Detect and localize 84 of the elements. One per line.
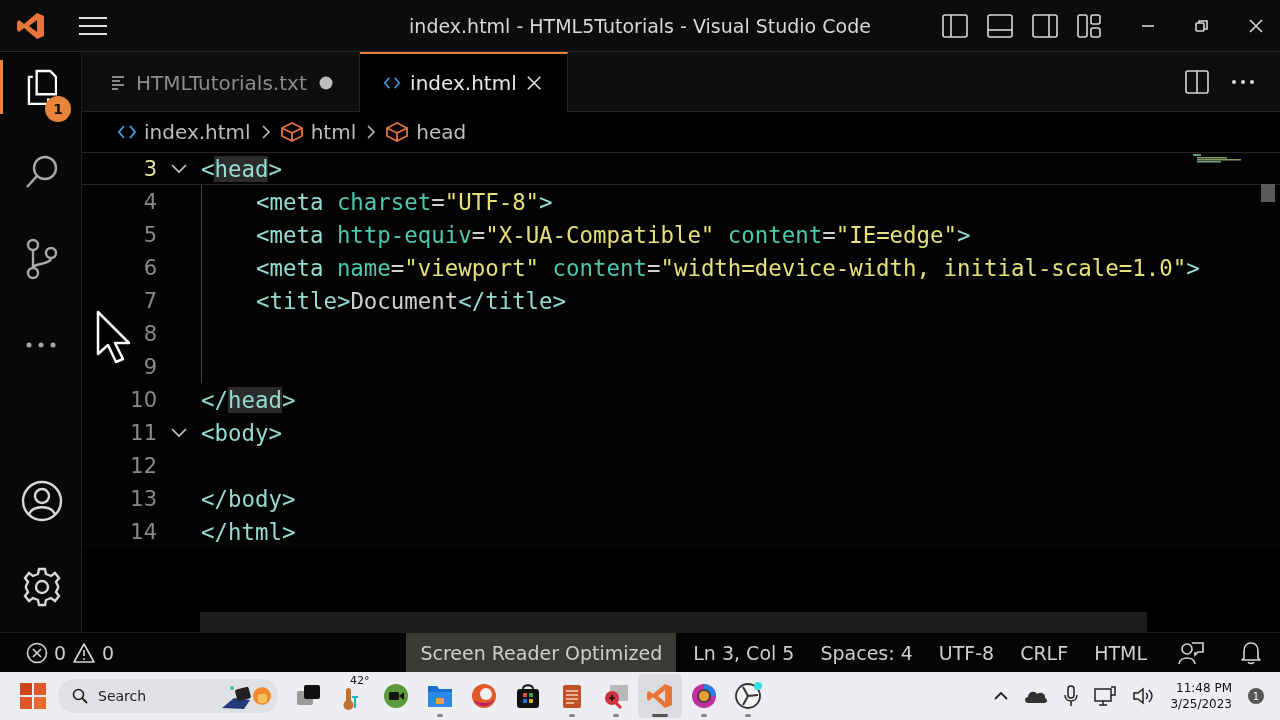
status-item[interactable]: Ln 3, Col 5 bbox=[680, 633, 808, 672]
cloud-icon[interactable] bbox=[1024, 689, 1049, 703]
unsaved-dot-icon[interactable] bbox=[319, 76, 333, 90]
chevron-right-icon bbox=[366, 124, 377, 140]
files-icon[interactable] bbox=[27, 69, 57, 105]
layout-icon[interactable] bbox=[1077, 13, 1101, 38]
notification-badge[interactable]: 1 bbox=[1248, 688, 1264, 704]
line-number: 11 bbox=[129, 420, 157, 445]
breadcrumb-item[interactable]: head bbox=[386, 120, 467, 144]
microphone-icon[interactable] bbox=[1064, 685, 1079, 707]
scrollbar-thumb[interactable] bbox=[200, 612, 1147, 632]
code-line: </body> bbox=[201, 485, 296, 512]
menu-icon[interactable] bbox=[79, 15, 107, 36]
code-file-icon bbox=[384, 76, 401, 90]
warning-icon bbox=[72, 641, 97, 664]
settings-icon[interactable] bbox=[21, 566, 63, 608]
search-bar[interactable]: Search bbox=[58, 679, 278, 713]
close-icon[interactable] bbox=[1249, 18, 1263, 33]
code-line: <meta name="viewport" content="width=device-width, initial-scale=1.0"> bbox=[256, 254, 1200, 281]
status-item[interactable]: CRLF bbox=[1007, 633, 1082, 672]
line-number: 10 bbox=[129, 387, 157, 412]
chevron-up-icon[interactable] bbox=[994, 691, 1009, 701]
clock-date[interactable]: 3/25/2023 bbox=[1170, 696, 1232, 712]
problems-indicator[interactable]: 0 0 bbox=[26, 641, 115, 664]
code-line: <meta charset="UTF-8"> bbox=[256, 188, 553, 215]
primary-sidebar-toggle-icon[interactable] bbox=[942, 13, 968, 38]
aperture-icon bbox=[734, 682, 762, 710]
code-line: <body> bbox=[201, 419, 282, 446]
fold-chevron-icon[interactable] bbox=[171, 427, 187, 438]
browser-swirl-icon bbox=[470, 682, 498, 710]
status-item[interactable]: Spaces: 4 bbox=[807, 633, 926, 672]
search-icon bbox=[72, 688, 88, 704]
magnifier-icon bbox=[602, 682, 630, 710]
clock-time[interactable]: 11:48 PM bbox=[1176, 680, 1232, 696]
close-icon[interactable] bbox=[526, 75, 541, 91]
secondary-sidebar-toggle-icon[interactable] bbox=[1032, 13, 1058, 38]
speaker-icon[interactable] bbox=[1132, 686, 1155, 706]
breadcrumb-item[interactable]: index.html bbox=[118, 120, 251, 144]
cube-icon bbox=[280, 122, 303, 142]
search-input[interactable]: Search bbox=[96, 687, 196, 705]
text-file-icon bbox=[112, 75, 126, 91]
feedback-icon[interactable] bbox=[1178, 640, 1204, 665]
split-editor-icon[interactable] bbox=[1185, 69, 1209, 94]
line-number: 4 bbox=[142, 189, 157, 214]
status-item[interactable]: UTF-8 bbox=[925, 633, 1008, 672]
scrollbar-thumb[interactable] bbox=[1261, 184, 1275, 202]
chevron-right-icon bbox=[260, 124, 271, 140]
notification-badge: 1 bbox=[45, 96, 71, 122]
line-number: 9 bbox=[142, 354, 157, 379]
taskbar-app[interactable]: 42° bbox=[330, 674, 374, 718]
cube-icon bbox=[386, 122, 409, 142]
vscode-logo-icon bbox=[16, 10, 46, 41]
line-number: 3 bbox=[142, 156, 157, 181]
account-icon[interactable] bbox=[21, 480, 63, 522]
code-line: <meta http-equiv="X-UA-Compatible" content="IE=edge"> bbox=[256, 221, 971, 248]
browser-circle-icon bbox=[690, 682, 718, 710]
line-number: 14 bbox=[129, 519, 157, 544]
error-icon bbox=[26, 641, 48, 664]
bell-icon[interactable] bbox=[1240, 640, 1262, 665]
code-file-icon bbox=[118, 125, 136, 139]
breadcrumb-item[interactable]: html bbox=[280, 120, 357, 144]
line-number: 8 bbox=[142, 321, 157, 346]
line-number: 6 bbox=[142, 255, 157, 280]
code-line: <head> bbox=[201, 155, 282, 182]
more-icon[interactable] bbox=[1231, 78, 1255, 85]
window-title: index.html - HTML5Tutorials - Visual Studio Code bbox=[409, 14, 871, 37]
code-line: </head> bbox=[201, 386, 296, 413]
code-line: <title>Document</title> bbox=[256, 287, 567, 314]
fold-chevron-icon[interactable] bbox=[171, 163, 187, 174]
line-number: 7 bbox=[142, 288, 157, 313]
vscode-logo-icon bbox=[646, 682, 674, 710]
shopping-bag-icon bbox=[514, 682, 542, 710]
line-number: 5 bbox=[142, 222, 157, 247]
panel-toggle-icon[interactable] bbox=[987, 13, 1013, 38]
editor-tab[interactable]: index.html bbox=[360, 52, 568, 112]
status-item[interactable]: Screen Reader Optimized bbox=[406, 633, 677, 672]
network-icon[interactable] bbox=[1094, 685, 1117, 707]
code-line: </html> bbox=[201, 518, 296, 545]
line-number: 13 bbox=[129, 486, 157, 511]
video-chat-icon bbox=[382, 682, 410, 710]
line-number: 12 bbox=[129, 453, 157, 478]
start-icon[interactable] bbox=[20, 683, 46, 709]
restore-icon[interactable] bbox=[1195, 18, 1209, 33]
status-item[interactable]: HTML bbox=[1081, 633, 1160, 672]
